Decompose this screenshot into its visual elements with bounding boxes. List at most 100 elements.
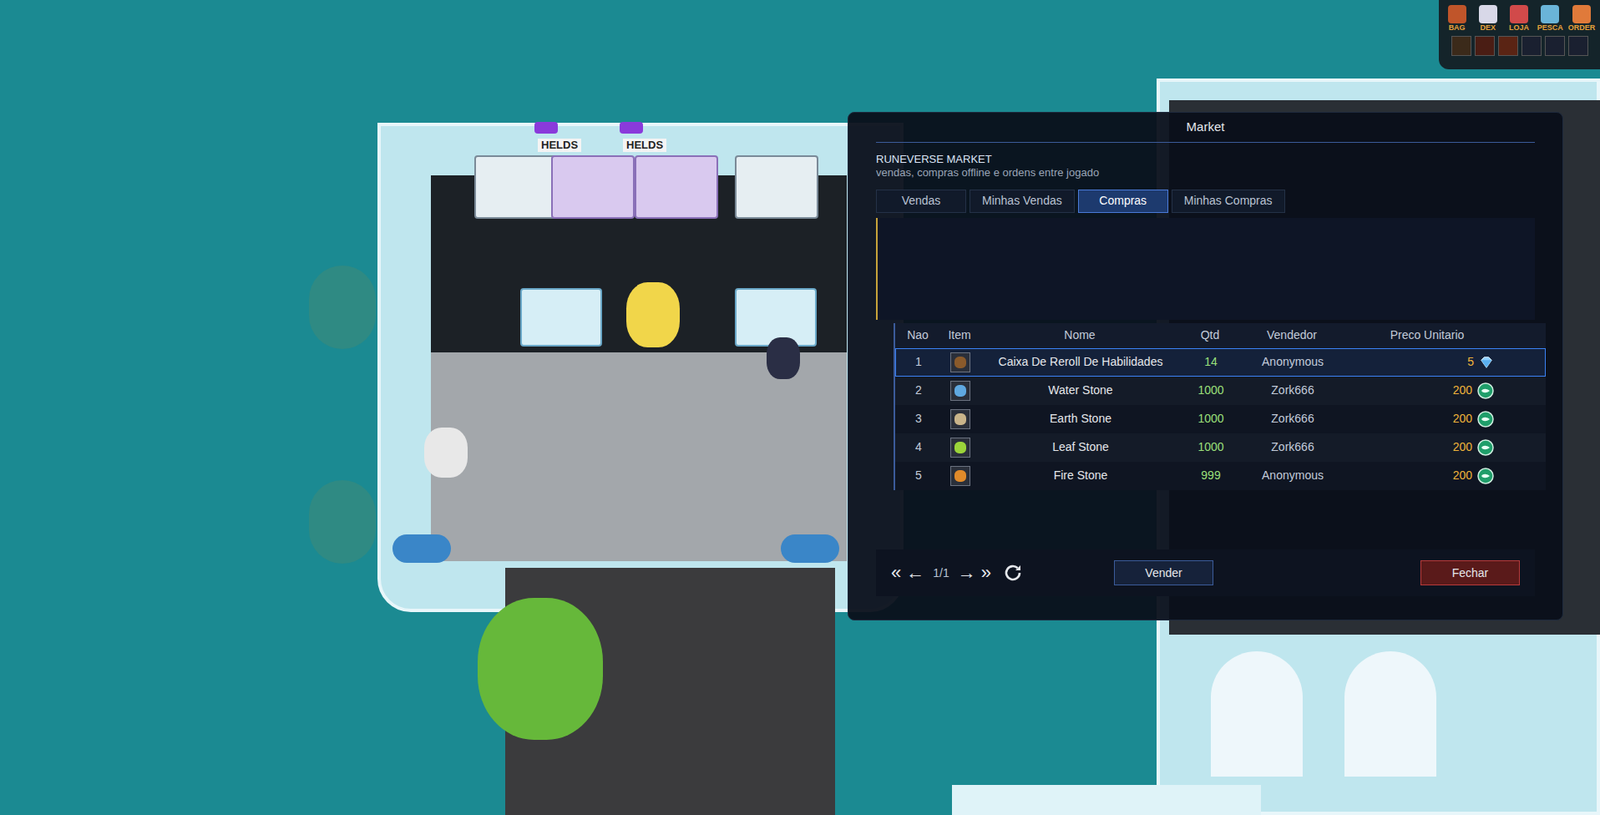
- item-cell: [941, 409, 980, 430]
- helds-sign: HELDS: [622, 138, 667, 152]
- coin-icon: [1477, 467, 1494, 485]
- table-row[interactable]: 1Caixa De Reroll De Habilidades14Anonymo…: [895, 348, 1546, 377]
- price: 200: [1453, 466, 1473, 485]
- hud: BAG DEX LOJA PESCA ORDER: [1438, 0, 1600, 70]
- coin-icon: [1477, 410, 1494, 428]
- item-name: Leaf Stone: [979, 438, 1182, 456]
- item-icon: [950, 465, 971, 487]
- item-cell: [941, 380, 980, 401]
- slot[interactable]: [1568, 35, 1589, 56]
- stone-icon: [954, 441, 967, 454]
- coin-icon: [1477, 382, 1494, 400]
- helds-machine[interactable]: [551, 155, 635, 219]
- prev-page-button[interactable]: ←: [906, 563, 925, 583]
- hud-label: DEX: [1480, 23, 1497, 33]
- table-row[interactable]: 4Leaf Stone1000Zork666200: [895, 433, 1546, 462]
- item-name: Fire Stone: [979, 466, 1182, 485]
- stone-icon: [954, 470, 967, 482]
- hud-label: LOJA: [1508, 23, 1530, 33]
- tree: [308, 265, 376, 350]
- counter: [520, 288, 603, 347]
- machine[interactable]: [734, 155, 819, 219]
- table-row[interactable]: 5Fire Stone999Anonymous200: [895, 461, 1546, 491]
- hud-button[interactable]: LOJA: [1506, 5, 1533, 33]
- price: 200: [1453, 438, 1473, 456]
- close-button[interactable]: Fechar: [1420, 560, 1520, 586]
- market-table: NaoItemNomeQtdVendedorPreco Unitario 1 Ca…: [893, 323, 1546, 491]
- row-number: 5: [896, 466, 942, 485]
- price: 200: [1453, 410, 1473, 428]
- info-panel: [875, 217, 1535, 320]
- tube: [392, 534, 451, 563]
- helds-machine[interactable]: [634, 155, 719, 219]
- hud-label: BAG: [1448, 23, 1466, 33]
- column-header: Nao: [895, 326, 941, 345]
- tree: [308, 480, 376, 564]
- refresh-icon[interactable]: [1002, 562, 1023, 583]
- cactus: [477, 597, 603, 740]
- window-title: Market: [875, 117, 1535, 143]
- quantity: 1000: [1181, 381, 1241, 400]
- stone-icon: [954, 413, 967, 426]
- table-header: NaoItemNomeQtdVendedorPreco Unitario: [895, 323, 1546, 349]
- column-header: Item: [940, 326, 979, 345]
- market-heading: RUNEVERSE MARKET: [875, 152, 1535, 167]
- price-cell: 200: [1345, 410, 1511, 428]
- crystal-icon: [534, 121, 558, 134]
- tab[interactable]: Minhas Compras: [1171, 189, 1286, 213]
- npc[interactable]: [626, 282, 680, 348]
- price-cell: 200: [1345, 438, 1511, 456]
- next-page-button[interactable]: →: [957, 563, 977, 583]
- item-icon: [950, 352, 971, 373]
- seller: Zork666: [1240, 410, 1346, 428]
- row-number: 1: [896, 353, 942, 371]
- item-icon: [950, 409, 971, 430]
- hud-button[interactable]: BAG: [1443, 5, 1470, 33]
- slot[interactable]: [1498, 35, 1519, 56]
- menu-icon: [1509, 5, 1529, 24]
- tab[interactable]: Compras: [1078, 189, 1169, 213]
- coin-icon: [1477, 439, 1494, 456]
- seller: Zork666: [1240, 438, 1346, 456]
- quantity: 1000: [1181, 410, 1241, 428]
- quantity: 14: [1181, 353, 1241, 371]
- item-name: Caixa De Reroll De Habilidades: [979, 353, 1182, 371]
- hud-button[interactable]: ORDER: [1568, 5, 1595, 33]
- table-row[interactable]: 2Water Stone1000Zork666200: [895, 376, 1546, 406]
- tab[interactable]: Vendas: [875, 189, 967, 213]
- page-indicator: 1/1: [929, 564, 952, 583]
- item-icon: [950, 437, 971, 458]
- tube: [1344, 651, 1437, 777]
- slot[interactable]: [1451, 35, 1472, 56]
- slot[interactable]: [1521, 35, 1542, 56]
- slot[interactable]: [1474, 35, 1495, 56]
- tab-bar: VendasMinhas VendasComprasMinhas Compras: [848, 179, 1563, 213]
- price: 200: [1453, 381, 1473, 400]
- hud-label: PESCA: [1537, 23, 1564, 33]
- npc[interactable]: [424, 427, 468, 478]
- column-header: Vendedor: [1239, 326, 1345, 345]
- hud-button[interactable]: PESCA: [1537, 5, 1564, 33]
- diamond-icon: [1478, 354, 1494, 370]
- column-header: Preco Unitario: [1344, 326, 1510, 345]
- slot[interactable]: [1544, 35, 1565, 56]
- table-row[interactable]: 3Earth Stone1000Zork666200: [895, 405, 1546, 434]
- machine[interactable]: [474, 155, 558, 219]
- first-page-button[interactable]: «: [891, 563, 902, 583]
- player[interactable]: [766, 337, 800, 380]
- floor-edge: [951, 784, 1261, 815]
- menu-icon: [1572, 5, 1591, 24]
- item-name: Earth Stone: [979, 410, 1182, 428]
- last-page-button[interactable]: »: [981, 563, 992, 583]
- sell-button[interactable]: Vender: [1113, 560, 1214, 586]
- price: 5: [1467, 353, 1474, 371]
- stone-icon: [954, 384, 967, 397]
- hud-button[interactable]: DEX: [1474, 5, 1501, 33]
- item-cell: [941, 352, 980, 373]
- seller: Zork666: [1240, 381, 1346, 400]
- tab[interactable]: Minhas Vendas: [969, 189, 1075, 213]
- item-cell: [941, 465, 980, 487]
- crystal-icon: [619, 121, 644, 134]
- column-header: Qtd: [1180, 326, 1240, 345]
- menu-icon: [1540, 5, 1560, 24]
